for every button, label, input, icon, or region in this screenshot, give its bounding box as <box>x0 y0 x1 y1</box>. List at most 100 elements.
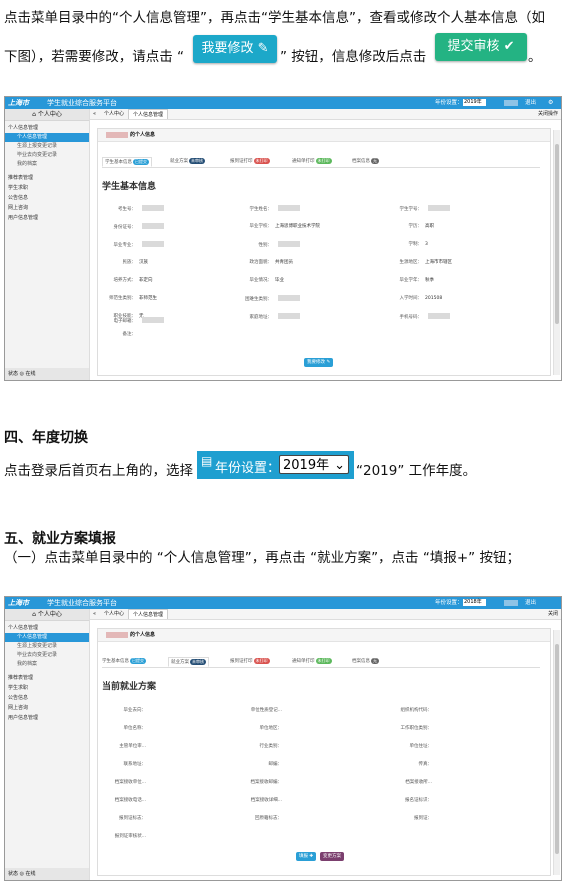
basic-field-value: 201508 <box>425 296 443 301</box>
scrollbar-thumb[interactable] <box>555 144 559 324</box>
sidebar-2: ⌂ 个人中心 个人信息管理 个人信息管理 生源上报变更记录 毕业去向变更记录 我… <box>5 609 90 880</box>
basic-field: 手机号码： <box>388 313 450 320</box>
plan-field-label: 档案接收单位... <box>114 780 146 785</box>
section-4-heading: 四、年度切换 <box>4 430 88 446</box>
sidebar-group-job-search[interactable]: 学生求职 <box>5 183 89 193</box>
tab-basic-info[interactable]: 学生基本信息 已提交 <box>102 157 152 167</box>
edit-button-example[interactable]: 我要修改 ✎ <box>193 35 277 63</box>
sidebar-group-announcements-2[interactable]: 公告信息 <box>5 693 89 703</box>
sidebar-home[interactable]: ⌂ 个人中心 <box>5 109 89 121</box>
tab-archive[interactable]: 档案信息无 <box>352 157 379 167</box>
plan-field-label: 单位名称： <box>123 726 147 731</box>
tab-archive-2[interactable]: 档案信息无 <box>352 657 379 667</box>
app-system-title: 学生就业综合服务平台 <box>47 99 117 107</box>
student-name-blurred-2 <box>106 632 128 638</box>
basic-field: 毕业学校： 上海思博职业技术学院 <box>238 223 321 229</box>
tab-scroll-left-icon[interactable]: « <box>93 609 96 619</box>
sidebar-group-user-info-2[interactable]: 用户信息管理 <box>5 713 89 723</box>
scrollbar-thumb-2[interactable] <box>555 644 559 854</box>
tab-scroll-left-icon[interactable]: « <box>93 109 96 119</box>
sidebar-group-recommend[interactable]: 推荐表管理 <box>5 173 89 183</box>
basic-field: 困难生类别： <box>238 295 300 302</box>
basic-field-label: 困难生类别： <box>245 296 272 302</box>
sidebar-item-destination-changes[interactable]: 毕业去向变更记录 <box>5 151 89 160</box>
sidebar-item-my-archive[interactable]: 我的档案 <box>5 160 89 169</box>
logout-link-2[interactable]: 退出 <box>525 597 536 609</box>
sidebar-item-personal-info-2[interactable]: 个人信息管理 <box>5 633 89 642</box>
scrollbar-2[interactable] <box>553 630 560 875</box>
check-icon: ✔ <box>503 39 515 54</box>
plan-field-label: 回原籍标志： <box>255 816 282 821</box>
fill-plan-button[interactable]: 填报 ✚ <box>296 852 317 861</box>
sidebar-group-user-info[interactable]: 用户信息管理 <box>5 213 89 223</box>
tab-report-print-2[interactable]: 报到证打印 未打印 <box>230 657 270 667</box>
change-plan-button[interactable]: 变更方案 <box>320 852 344 861</box>
basic-field-label: 毕业学校： <box>249 224 273 229</box>
year-select-example[interactable]: 2019年 ⌄ <box>279 455 349 474</box>
plan-field-label: 报到证标志： <box>119 816 146 821</box>
gear-icon[interactable]: ⚙ <box>548 97 553 109</box>
basic-field: 政治面貌： 共青团员 <box>238 259 294 265</box>
submit-review-button-example[interactable]: 提交审核 ✔ <box>435 33 527 61</box>
basic-field-label: 学历： <box>408 224 423 229</box>
plan-field-label: 档案接收邮编： <box>250 780 283 785</box>
year-setting-example-label: 年份设置： <box>215 461 281 476</box>
tab-notice-print-2[interactable]: 通知单打印 未打印 <box>292 657 332 667</box>
year-select-2[interactable]: 2018年 <box>463 599 486 606</box>
section-4-text-a: 点击登录后首页右上角的，选择 <box>4 463 193 479</box>
sidebar-group-personal-info[interactable]: 个人信息管理 <box>5 123 89 133</box>
tab-personal-info-2[interactable]: 个人信息管理 <box>128 609 169 619</box>
app-topbar: 上海市 学生就业综合服务平台 年份设置： 2019年 退出 ⚙ <box>5 97 561 109</box>
year-setting-label-2: 年份设置： <box>435 600 463 606</box>
close-ops-button[interactable]: 关闭操作 <box>538 109 558 119</box>
sidebar-group-recommend-2[interactable]: 推荐表管理 <box>5 673 89 683</box>
basic-field-value: 上海市市辖区 <box>425 260 452 265</box>
blurred-value <box>278 295 300 301</box>
logout-link[interactable]: 退出 <box>525 97 536 109</box>
sidebar-group-consult-2[interactable]: 网上咨询 <box>5 703 89 713</box>
breadcrumb-title: 的个人信息 <box>130 132 156 138</box>
sidebar-group-personal-info-2[interactable]: 个人信息管理 <box>5 623 89 633</box>
sidebar-home-label: 个人中心 <box>37 111 62 118</box>
basic-field-label: 性别： <box>258 242 273 248</box>
sidebar-home-2[interactable]: ⌂ 个人中心 <box>5 609 89 621</box>
close-ops-button-2[interactable]: 关闭 <box>548 609 558 619</box>
home-icon: ⌂ <box>32 611 36 618</box>
basic-field: 电子邮箱： <box>102 317 164 324</box>
blurred-value <box>278 205 300 211</box>
sidebar-group-announcements[interactable]: 公告信息 <box>5 193 89 203</box>
tab-home-2[interactable]: 个人中心 <box>104 609 124 619</box>
calendar-icon: ▤ <box>201 454 213 468</box>
intro-line-2-end: 。 <box>528 49 542 65</box>
sidebar-group-job-search-2[interactable]: 学生求职 <box>5 683 89 693</box>
tab-notice-print[interactable]: 通知单打印 未打印 <box>292 157 332 167</box>
scrollbar[interactable] <box>553 130 560 375</box>
tab-report-print[interactable]: 报到证打印 未打印 <box>230 157 270 167</box>
basic-field: 毕业学年： 秋季 <box>388 277 435 283</box>
basic-field: 民族： 汉族 <box>102 259 149 265</box>
year-select[interactable]: 2019年 <box>463 99 486 106</box>
tab-basic-info-2[interactable]: 学生基本信息 已提交 <box>102 657 146 667</box>
tab-home[interactable]: 个人中心 <box>104 109 124 119</box>
tab-personal-info[interactable]: 个人信息管理 <box>128 109 169 119</box>
tab-employment-plan[interactable]: 就业方案 未审核 <box>170 157 205 167</box>
basic-field-label: 师范生类别： <box>109 296 136 301</box>
basic-field-value: 高职 <box>425 224 434 229</box>
sidebar-item-personal-info[interactable]: 个人信息管理 <box>5 133 89 142</box>
sidebar-group-consult[interactable]: 网上咨询 <box>5 203 89 213</box>
sidebar-item-source-changes-2[interactable]: 生源上报变更记录 <box>5 642 89 651</box>
sidebar-item-source-changes[interactable]: 生源上报变更记录 <box>5 142 89 151</box>
basic-field-label: 政治面貌： <box>249 260 273 265</box>
plan-field-label: 联系地址： <box>123 762 147 767</box>
basic-field-value: 非定向 <box>139 278 153 283</box>
sidebar-item-my-archive-2[interactable]: 我的档案 <box>5 660 89 669</box>
basic-field: 毕业专业： <box>102 241 164 248</box>
section-4-text-b: “2019” 工作年度。 <box>356 463 477 479</box>
edit-icon: ✎ <box>326 360 331 365</box>
sidebar-item-destination-changes-2[interactable]: 毕业去向变更记录 <box>5 651 89 660</box>
basic-field-value: 3 <box>425 242 428 247</box>
edit-info-button[interactable]: 我要修改 ✎ <box>304 358 334 367</box>
basic-field-value: 共青团员 <box>275 260 293 265</box>
tab-employment-plan-2[interactable]: 就业方案 未审核 <box>168 657 209 667</box>
basic-field: 考生号： <box>102 205 164 212</box>
